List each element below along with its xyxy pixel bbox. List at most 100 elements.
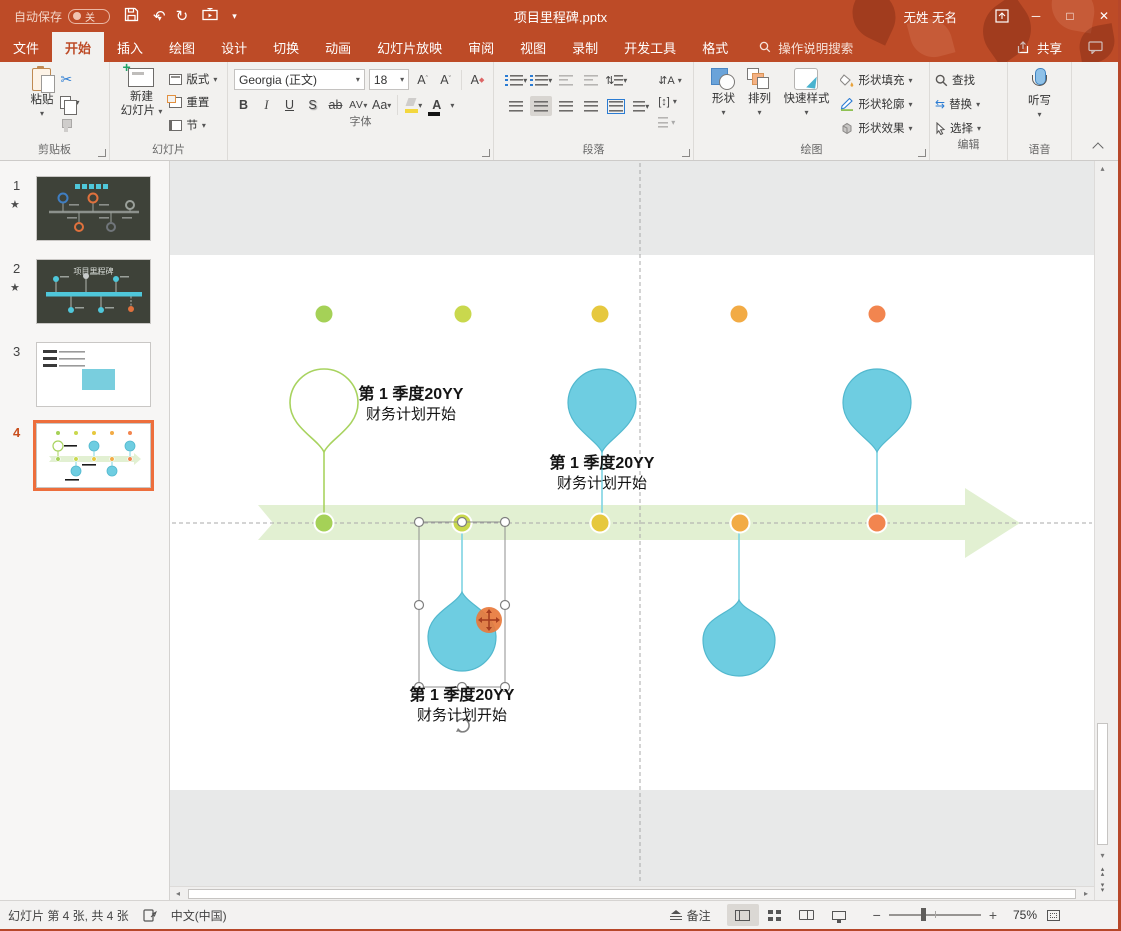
- paragraph-dialog-launcher[interactable]: [682, 149, 690, 157]
- reset-button[interactable]: 重置: [166, 92, 220, 112]
- font-name-combo[interactable]: Georgia (正文)▾: [234, 69, 365, 90]
- tab-format[interactable]: 格式: [689, 32, 741, 62]
- accessibility-checker-icon[interactable]: [143, 909, 157, 922]
- milestone-text-1[interactable]: 第 1 季度20YY 财务计划开始: [336, 384, 486, 424]
- redo-icon[interactable]: ↻: [176, 9, 189, 24]
- find-button[interactable]: 查找: [932, 70, 1005, 90]
- justify-button[interactable]: [580, 96, 602, 116]
- character-spacing-button[interactable]: AV▾: [349, 95, 368, 115]
- tab-animations[interactable]: 动画: [312, 32, 364, 62]
- replace-button[interactable]: ⇆ 替换▾: [932, 94, 1005, 114]
- tab-insert[interactable]: 插入: [104, 32, 156, 62]
- dictate-button[interactable]: 听写 ▾: [1024, 65, 1055, 143]
- maximize-button[interactable]: □: [1053, 0, 1087, 32]
- tab-design[interactable]: 设计: [208, 32, 260, 62]
- timeline-dot-orangeyellow[interactable]: [731, 514, 750, 533]
- underline-button[interactable]: U: [280, 95, 299, 115]
- tab-review[interactable]: 审阅: [455, 32, 507, 62]
- timeline-dot-yellow[interactable]: [591, 514, 610, 533]
- slide-3-row[interactable]: 3: [0, 342, 169, 412]
- timeline-dot-green[interactable]: [315, 514, 334, 533]
- slide-2-thumbnail[interactable]: 项目里程碑: [36, 259, 151, 324]
- tab-draw[interactable]: 绘图: [156, 32, 208, 62]
- copy-button[interactable]: ▾: [57, 92, 82, 112]
- minimize-button[interactable]: ─: [1019, 0, 1053, 32]
- milestone-text-3[interactable]: 第 1 季度20YY 财务计划开始: [387, 685, 537, 725]
- slide-1-row[interactable]: 1 ★: [0, 176, 169, 246]
- line-spacing-button[interactable]: ⇅▾: [605, 70, 627, 90]
- autosave-toggle[interactable]: 自动保存 关: [14, 8, 110, 25]
- user-name[interactable]: 无姓 无名: [904, 7, 957, 26]
- zoom-out-button[interactable]: −: [873, 907, 881, 923]
- share-button[interactable]: 共享: [1017, 38, 1062, 57]
- bold-button[interactable]: B: [234, 95, 253, 115]
- undo-icon[interactable]: ↶▾: [153, 9, 162, 24]
- previous-slide-button[interactable]: ▴▴: [1095, 867, 1110, 877]
- slide-4-row[interactable]: 4: [0, 423, 169, 497]
- numbering-button[interactable]: ▾: [530, 70, 552, 90]
- language-indicator[interactable]: 中文(中国): [171, 907, 227, 924]
- top-dot-orange[interactable]: [869, 306, 886, 323]
- zoom-in-button[interactable]: +: [989, 907, 997, 923]
- autosave-pill[interactable]: 关: [68, 9, 110, 24]
- cut-button[interactable]: ✂: [57, 69, 82, 89]
- save-icon[interactable]: [124, 7, 139, 25]
- clear-formatting-button[interactable]: A◆: [468, 70, 487, 90]
- next-slide-button[interactable]: ▾▾: [1095, 883, 1110, 893]
- paste-dropdown-icon[interactable]: ▾: [40, 107, 44, 121]
- customize-qat-icon[interactable]: ▾: [232, 12, 237, 21]
- slide-counter[interactable]: 幻灯片 第 4 张, 共 4 张: [8, 907, 129, 924]
- slide-2-row[interactable]: 2 ★ 项目里程碑: [0, 259, 169, 329]
- tab-transitions[interactable]: 切换: [260, 32, 312, 62]
- start-slideshow-icon[interactable]: [202, 8, 218, 25]
- shape-effects-button[interactable]: 形状效果▾: [837, 118, 915, 138]
- align-center-button[interactable]: [530, 96, 552, 116]
- timeline-dot-orange[interactable]: [868, 514, 887, 533]
- comments-icon[interactable]: [1088, 41, 1103, 54]
- horizontal-scroll-thumb[interactable]: [188, 889, 1076, 899]
- grow-font-button[interactable]: Aˆ: [413, 70, 432, 90]
- tab-slideshow[interactable]: 幻灯片放映: [364, 32, 455, 62]
- ribbon-display-options-icon[interactable]: [985, 0, 1019, 32]
- shrink-font-button[interactable]: Aˇ: [436, 70, 455, 90]
- format-painter-button[interactable]: [57, 115, 82, 135]
- tab-file[interactable]: 文件: [0, 32, 52, 62]
- change-case-button[interactable]: Aa▾: [372, 95, 391, 115]
- layout-button[interactable]: 版式▾: [166, 69, 220, 89]
- shape-outline-button[interactable]: 形状轮廓▾: [837, 94, 915, 114]
- shapes-button[interactable]: 形状▾: [707, 65, 739, 143]
- scroll-left-icon[interactable]: ◂: [170, 889, 186, 898]
- top-dot-yellow[interactable]: [592, 306, 609, 323]
- normal-view-button[interactable]: [727, 904, 759, 926]
- bullets-button[interactable]: ▾: [505, 70, 527, 90]
- section-button[interactable]: 节▾: [166, 115, 220, 135]
- clipboard-dialog-launcher[interactable]: [98, 149, 106, 157]
- drawing-dialog-launcher[interactable]: [918, 149, 926, 157]
- align-left-button[interactable]: [505, 96, 527, 116]
- columns-button[interactable]: ▾: [630, 96, 652, 116]
- tab-developer[interactable]: 开发工具: [611, 32, 689, 62]
- decrease-indent-button[interactable]: [555, 70, 577, 90]
- undo-dropdown-icon[interactable]: ▾: [158, 14, 162, 23]
- vertical-scroll-thumb[interactable]: [1097, 723, 1108, 845]
- new-slide-button[interactable]: 新建 幻灯片 ▾: [117, 65, 167, 143]
- slide-sorter-view-button[interactable]: [759, 904, 791, 926]
- font-color-dropdown-icon[interactable]: ▾: [450, 101, 454, 110]
- zoom-level[interactable]: 75%: [1003, 908, 1037, 922]
- font-size-combo[interactable]: 18▾: [369, 69, 409, 90]
- shape-fill-button[interactable]: 形状填充▾: [837, 70, 915, 90]
- strikethrough-button[interactable]: ab: [326, 95, 345, 115]
- top-dot-green[interactable]: [316, 306, 333, 323]
- tell-me-search[interactable]: 操作说明搜索: [759, 32, 853, 62]
- slide-4-thumbnail[interactable]: [36, 423, 151, 488]
- scroll-right-icon[interactable]: ▸: [1078, 889, 1094, 898]
- vertical-scrollbar[interactable]: ▴ ▾ ▴▴ ▾▾: [1094, 161, 1110, 900]
- zoom-slider[interactable]: [889, 914, 981, 915]
- tab-view[interactable]: 视图: [507, 32, 559, 62]
- font-dialog-launcher[interactable]: [482, 149, 490, 157]
- scroll-down-icon[interactable]: ▾: [1095, 851, 1110, 860]
- text-direction-button[interactable]: ⇵A▾: [658, 72, 682, 89]
- collapse-ribbon-button[interactable]: [1092, 142, 1103, 153]
- slide-1-thumbnail[interactable]: [36, 176, 151, 241]
- paste-button[interactable]: 粘贴 ▾: [26, 65, 57, 143]
